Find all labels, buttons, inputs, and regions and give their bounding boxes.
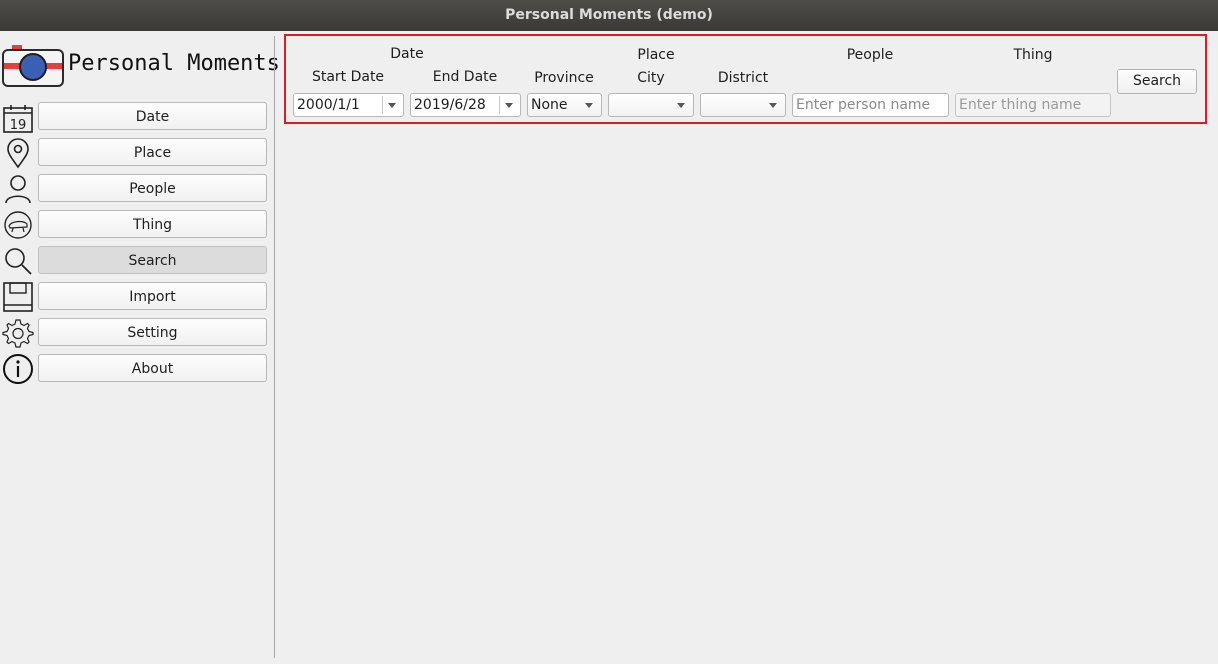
start-date-value: 2000/1/1	[297, 97, 360, 113]
district-select[interactable]	[700, 93, 786, 117]
chevron-down-icon[interactable]	[769, 103, 777, 108]
sidebar-item-setting[interactable]: Setting	[38, 318, 267, 346]
city-select[interactable]	[608, 93, 694, 117]
camera-logo-icon	[2, 45, 64, 87]
city-label: City	[637, 70, 665, 86]
chevron-down-icon[interactable]	[677, 103, 685, 108]
start-date-picker[interactable]: 2000/1/1	[293, 93, 404, 117]
chevron-down-icon[interactable]	[388, 103, 396, 108]
person-icon	[5, 175, 31, 204]
sidebar-item-thing[interactable]: Thing	[38, 210, 267, 238]
sidebar-item-import[interactable]: Import	[38, 282, 267, 310]
date-header: Date	[390, 46, 424, 62]
thing-icon	[4, 211, 32, 239]
search-icon	[5, 248, 32, 275]
end-date-label: End Date	[432, 69, 498, 85]
app-name: Personal Moments	[68, 51, 280, 76]
calendar-icon: 19	[3, 105, 33, 133]
start-date-separator	[382, 96, 383, 114]
info-icon	[3, 354, 33, 384]
gear-icon	[2, 319, 34, 348]
start-date-label: Start Date	[311, 69, 385, 85]
province-value: None	[531, 97, 568, 113]
sidebar-item-about[interactable]: About	[38, 354, 267, 382]
sidebar-item-search[interactable]: Search	[38, 246, 267, 274]
chevron-down-icon[interactable]	[585, 103, 593, 108]
sidebar-item-people[interactable]: People	[38, 174, 267, 202]
province-label: Province	[534, 70, 594, 86]
location-pin-icon	[7, 138, 29, 169]
end-date-separator	[499, 96, 500, 114]
search-button[interactable]: Search	[1117, 69, 1197, 94]
end-date-value: 2019/6/28	[414, 97, 486, 113]
window-title-bar: Personal Moments (demo)	[0, 0, 1218, 31]
province-select[interactable]: None	[527, 93, 602, 117]
vertical-divider[interactable]	[274, 36, 275, 658]
sidebar-item-date[interactable]: Date	[38, 102, 267, 130]
chevron-down-icon[interactable]	[505, 103, 513, 108]
calendar-icon-day: 19	[10, 118, 27, 133]
people-header: People	[846, 47, 894, 63]
person-name-input[interactable]: Enter person name	[792, 93, 949, 117]
end-date-picker[interactable]: 2019/6/28	[410, 93, 521, 117]
thing-name-input[interactable]: Enter thing name	[955, 93, 1111, 117]
place-header: Place	[637, 47, 675, 63]
save-icon	[3, 282, 33, 312]
sidebar-item-place[interactable]: Place	[38, 138, 267, 166]
district-label: District	[717, 70, 769, 86]
thing-header: Thing	[1013, 47, 1053, 63]
